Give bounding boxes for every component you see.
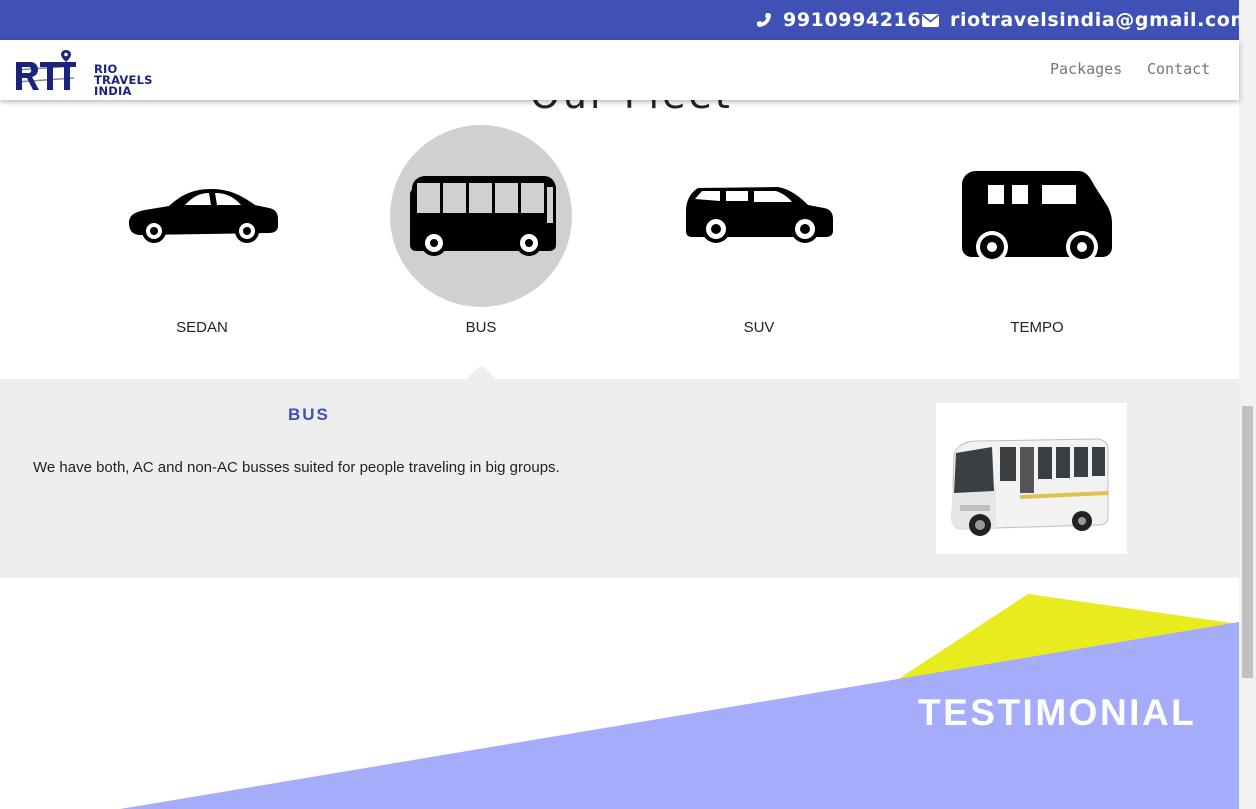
testimonial-heading: TESTIMONIAL: [918, 692, 1197, 733]
phone-contact[interactable]: 9910994216: [756, 0, 921, 40]
fleet-label-tempo: TEMPO: [1010, 319, 1064, 336]
nav-link-packages[interactable]: Packages: [1050, 60, 1122, 78]
envelope-icon: [922, 13, 939, 27]
detail-pointer: [466, 365, 496, 379]
nav-link-contact[interactable]: Contact: [1147, 60, 1210, 78]
logo-mark: [15, 50, 76, 90]
fleet-item-sedan[interactable]: SEDAN: [111, 125, 293, 345]
email-contact[interactable]: riotravelsindia@gmail.com: [922, 0, 1251, 40]
site-logo[interactable]: RIO TRAVELS INDIA: [14, 48, 154, 98]
fleet-detail-panel: BUS We have both, AC and non-AC busses s…: [0, 379, 1239, 578]
tempo-van-icon: [962, 171, 1112, 263]
detail-title: BUS: [288, 405, 330, 424]
scrollbar-thumb[interactable]: [1242, 406, 1253, 678]
fleet-label-bus: BUS: [465, 319, 497, 336]
logo-line-india: INDIA: [94, 84, 132, 98]
fleet-item-suv[interactable]: SUV: [668, 125, 850, 345]
page-scrollbar[interactable]: [1239, 0, 1256, 809]
fleet-item-bus[interactable]: BUS: [390, 125, 572, 345]
fleet-item-tempo[interactable]: TEMPO: [946, 125, 1128, 345]
fleet-label-sedan: SEDAN: [176, 319, 228, 336]
phone-icon: [757, 13, 771, 27]
bus-icon: [410, 176, 556, 256]
suv-car-icon: [686, 187, 833, 243]
detail-description: We have both, AC and non-AC busses suite…: [33, 459, 560, 476]
sedan-car-icon: [129, 189, 278, 243]
bus-photo: [936, 403, 1127, 554]
email-address[interactable]: riotravelsindia@gmail.com: [950, 9, 1251, 31]
fleet-label-suv: SUV: [743, 319, 775, 336]
logo-text: RIO TRAVELS INDIA: [94, 63, 153, 98]
top-contact-bar: 9910994216 riotravelsindia@gmail.com: [0, 0, 1250, 40]
phone-number[interactable]: 9910994216: [783, 9, 921, 31]
navbar: RIO TRAVELS INDIA Packages Contact: [0, 40, 1239, 100]
